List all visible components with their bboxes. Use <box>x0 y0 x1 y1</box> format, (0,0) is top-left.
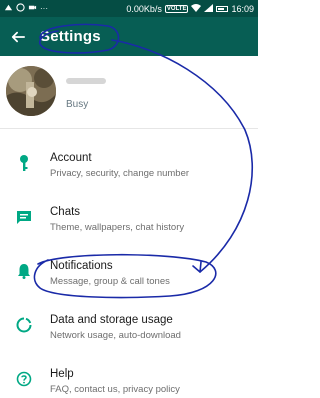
settings-item-subtitle: Network usage, auto-download <box>50 330 181 341</box>
volte-badge: VOLTE <box>164 4 189 13</box>
network-speed: 0.00Kb/s <box>126 3 162 14</box>
help-icon <box>13 368 35 390</box>
key-icon <box>13 152 35 174</box>
data-usage-icon <box>13 314 35 336</box>
settings-item-label: Data and storage usage <box>50 314 173 326</box>
battery-icon <box>216 5 229 12</box>
settings-item-label: Account <box>50 152 92 164</box>
profile-about: Busy <box>66 99 89 110</box>
chat-icon <box>13 206 35 228</box>
settings-item-label: Chats <box>50 206 81 218</box>
settings-item-data-storage[interactable]: Data and storage usage Network usage, au… <box>0 304 258 356</box>
settings-item-help[interactable]: Help FAQ, contact us, privacy policy <box>0 358 258 398</box>
back-button[interactable] <box>0 17 36 56</box>
more-icon: ··· <box>40 3 48 13</box>
profile-name-redacted <box>66 78 106 84</box>
settings-item-account[interactable]: Account Privacy, security, change number <box>0 142 258 194</box>
avatar[interactable] <box>6 66 56 116</box>
settings-item-subtitle: FAQ, contact us, privacy policy <box>50 384 180 395</box>
settings-item-subtitle: Theme, wallpapers, chat history <box>50 222 185 233</box>
app-bar: Settings <box>0 17 258 56</box>
notification-icon <box>4 3 13 14</box>
settings-item-subtitle: Privacy, security, change number <box>50 168 190 179</box>
settings-item-chats[interactable]: Chats Theme, wallpapers, chat history <box>0 196 258 248</box>
signal-icon <box>204 3 214 14</box>
bell-icon <box>13 260 35 282</box>
whatsapp-icon <box>16 3 25 14</box>
settings-item-label: Help <box>50 368 74 380</box>
divider <box>0 128 258 129</box>
page-title: Settings <box>40 28 101 45</box>
status-bar: ··· 0.00Kb/s VOLTE 16:09 <box>0 0 258 17</box>
settings-item-notifications[interactable]: Notifications Message, group & call tone… <box>0 250 258 302</box>
settings-item-subtitle: Message, group & call tones <box>50 276 170 287</box>
settings-item-label: Notifications <box>50 260 113 272</box>
wifi-icon <box>191 3 202 14</box>
status-time: 16:09 <box>231 3 254 14</box>
arrow-left-icon <box>11 31 25 42</box>
video-icon <box>28 3 37 14</box>
profile-row[interactable]: Busy <box>0 56 258 128</box>
